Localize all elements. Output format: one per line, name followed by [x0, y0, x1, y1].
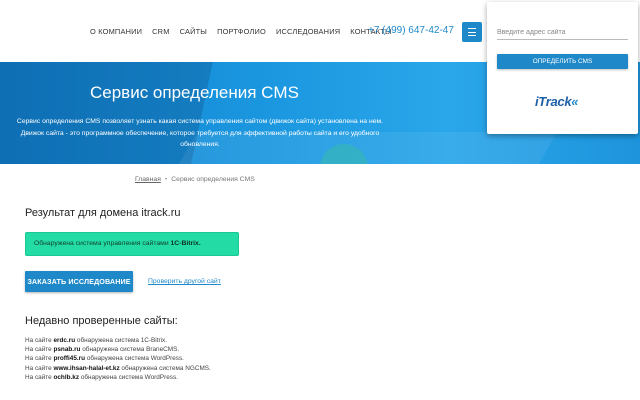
main-nav: О КОМПАНИИ CRM САЙТЫ ПОРТФОЛИО ИССЛЕДОВА…: [90, 27, 392, 36]
itrack-logo: iTrack«: [535, 94, 579, 109]
recent-site-domain: psnab.ru: [53, 346, 81, 354]
check-other-site-link[interactable]: Проверить другой сайт: [148, 278, 221, 285]
alert-text: Обнаружена система управления сайтами: [34, 240, 169, 247]
list-item: На сайте www.ihsan-halal-et.kz обнаружен…: [25, 364, 211, 372]
phone-number[interactable]: +7 (499) 647-42-47: [368, 25, 454, 36]
recent-site-domain: ochlb.kz: [53, 373, 80, 381]
hero-description-line: обновления.: [180, 141, 220, 148]
list-item: На сайте proffi45.ru обнаружена система …: [25, 355, 184, 363]
menu-button[interactable]: [462, 22, 482, 42]
list-item: На сайте ochlb.kz обнаружена система Wor…: [25, 373, 178, 381]
hero-description-line: Движок сайта - это программное обеспечен…: [20, 129, 380, 137]
nav-link-crm[interactable]: CRM: [152, 27, 169, 36]
breadcrumb: Главная • Сервис определения CMS: [135, 176, 255, 183]
breadcrumb-home-link[interactable]: Главная: [135, 176, 161, 183]
extension-popup: ОПРЕДЕЛИТЬ CMS iTrack«: [487, 2, 638, 134]
recent-site-domain: erdc.ru: [53, 337, 76, 344]
breadcrumb-separator: •: [164, 176, 168, 183]
alert-cms-name: 1С-Bitrix.: [170, 240, 201, 247]
nav-link-portfolio[interactable]: ПОРТФОЛИО: [217, 27, 266, 36]
recent-sites-list: На сайте erdc.ru обнаружена система 1С-B…: [25, 336, 211, 382]
recent-sites-heading: Недавно проверенные сайты:: [25, 315, 178, 327]
page-title: Сервис определения CMS: [90, 83, 299, 102]
recent-site-domain: proffi45.ru: [53, 355, 86, 363]
site-url-input[interactable]: [497, 26, 628, 40]
hero-description: Сервис определения CMS позволяет узнать …: [0, 116, 400, 151]
nav-link-sites[interactable]: САЙТЫ: [180, 27, 207, 36]
result-heading: Результат для домена itrack.ru: [25, 207, 181, 219]
recent-site-domain: www.ihsan-halal-et.kz: [53, 364, 120, 372]
breadcrumb-current: Сервис определения CMS: [171, 176, 255, 183]
list-item: На сайте erdc.ru обнаружена система 1С-B…: [25, 337, 168, 344]
nav-link-company[interactable]: О КОМПАНИИ: [90, 27, 142, 36]
list-item: На сайте psnab.ru обнаружена система Bra…: [25, 346, 180, 354]
order-research-button[interactable]: ЗАКАЗАТЬ ИССЛЕДОВАНИЕ: [25, 271, 133, 292]
nav-link-research[interactable]: ИССЛЕДОВАНИЯ: [276, 27, 340, 36]
detect-cms-button[interactable]: ОПРЕДЕЛИТЬ CMS: [497, 54, 628, 69]
hero-description-line: Сервис определения CMS позволяет узнать …: [16, 118, 384, 125]
success-alert: Обнаружена система управления сайтами 1С…: [25, 232, 239, 256]
